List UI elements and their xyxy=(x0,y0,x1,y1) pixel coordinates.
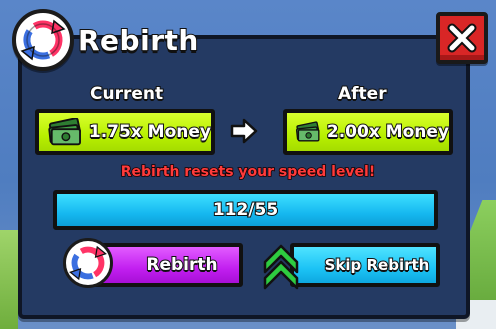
current-multiplier-value: 1.75x Money xyxy=(88,121,212,143)
cash-stack-icon xyxy=(295,121,320,142)
rebirth-swirl-icon xyxy=(12,9,74,71)
cash-stack-icon xyxy=(48,118,81,146)
arrow-right-icon xyxy=(230,118,258,144)
close-button[interactable] xyxy=(436,12,488,64)
current-multiplier-box: 1.75x Money xyxy=(35,109,215,155)
rebirth-button[interactable]: Rebirth xyxy=(93,243,243,287)
rebirth-button-label: Rebirth xyxy=(145,254,218,276)
panel-header: Rebirth xyxy=(12,9,199,71)
double-chevron-up-icon xyxy=(263,244,299,290)
rebirth-progress-bar: 112/55 xyxy=(53,190,438,230)
page-title: Rebirth xyxy=(77,23,199,58)
close-x-icon xyxy=(447,23,477,53)
skip-rebirth-button[interactable]: Skip Rebirth xyxy=(290,243,440,287)
current-label: Current xyxy=(89,83,164,105)
background-grass-left xyxy=(0,230,18,329)
rebirth-swirl-icon xyxy=(63,238,113,288)
rebirth-warning-text: Rebirth resets your speed level! xyxy=(120,163,376,181)
skip-rebirth-button-label: Skip Rebirth xyxy=(324,255,431,275)
after-multiplier-box: 2.00x Money xyxy=(283,109,453,155)
progress-text: 112/55 xyxy=(212,199,279,221)
after-label: After xyxy=(337,83,388,105)
after-multiplier-value: 2.00x Money xyxy=(326,121,450,143)
